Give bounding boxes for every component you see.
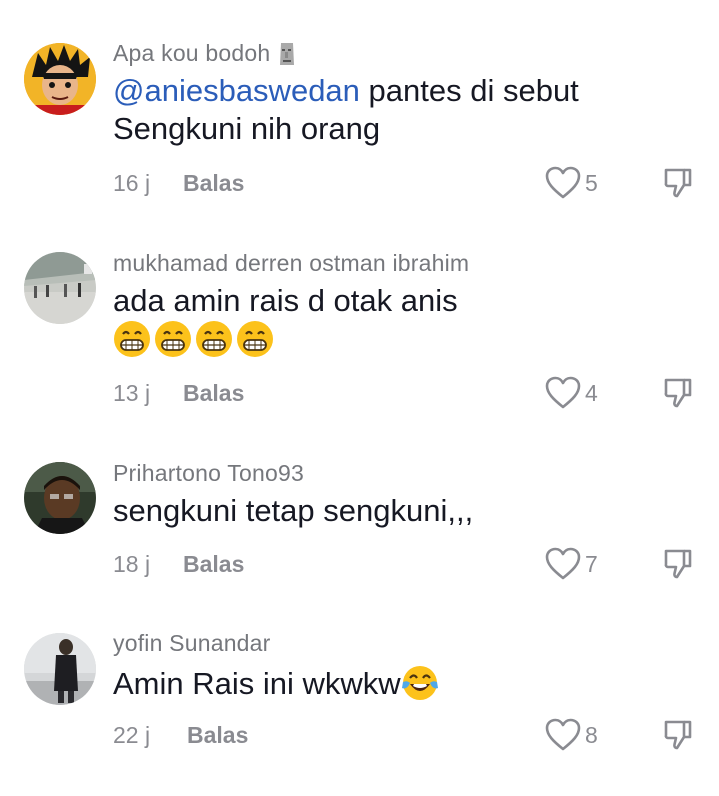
timestamp: 22 j bbox=[113, 722, 151, 748]
grinning-face-icon bbox=[236, 320, 274, 363]
thumbs-down-icon bbox=[664, 378, 692, 408]
person-photo-avatar bbox=[24, 633, 96, 705]
heart-icon bbox=[545, 547, 581, 580]
thumbs-down-icon bbox=[664, 549, 692, 579]
username[interactable]: yofin Sunandar bbox=[113, 630, 271, 657]
heart-icon bbox=[545, 718, 581, 751]
username[interactable]: mukhamad derren ostman ibrahim bbox=[113, 250, 469, 277]
grinning-face-icon bbox=[113, 320, 151, 363]
heart-icon bbox=[545, 376, 581, 409]
man-photo-avatar bbox=[24, 462, 96, 534]
station-photo-avatar bbox=[24, 252, 96, 324]
dislike-button[interactable] bbox=[662, 166, 694, 200]
like-button[interactable] bbox=[543, 165, 583, 201]
avatar[interactable] bbox=[24, 252, 96, 324]
heart-icon bbox=[545, 166, 581, 199]
dislike-button[interactable] bbox=[662, 718, 694, 752]
like-count: 7 bbox=[585, 551, 598, 577]
reply-button[interactable]: Balas bbox=[187, 722, 248, 749]
timestamp: 18 j bbox=[113, 551, 151, 577]
timestamp: 16 j bbox=[113, 170, 151, 196]
dislike-button[interactable] bbox=[662, 376, 694, 410]
like-button[interactable] bbox=[543, 717, 583, 753]
avatar[interactable] bbox=[24, 43, 96, 115]
avatar[interactable] bbox=[24, 633, 96, 705]
like-count: 5 bbox=[585, 170, 598, 196]
like-count: 8 bbox=[585, 722, 598, 748]
comment-text: sengkuni tetap sengkuni,,, bbox=[113, 493, 474, 528]
dislike-button[interactable] bbox=[662, 547, 694, 581]
anime-character-avatar bbox=[24, 43, 96, 115]
emoji-row bbox=[113, 320, 277, 363]
like-button[interactable] bbox=[543, 375, 583, 411]
grinning-face-icon bbox=[154, 320, 192, 363]
mention-link[interactable]: @aniesbaswedan bbox=[113, 73, 360, 108]
thumbs-down-icon bbox=[664, 720, 692, 750]
thumbs-down-icon bbox=[664, 168, 692, 198]
comment-text: ada amin rais d otak anis bbox=[113, 283, 458, 318]
reply-button[interactable]: Balas bbox=[183, 551, 244, 578]
avatar[interactable] bbox=[24, 462, 96, 534]
reply-button[interactable]: Balas bbox=[183, 170, 244, 197]
comment-text: @aniesbaswedan pantes di sebut Sengkuni … bbox=[113, 73, 579, 146]
comment-text: Amin Rais ini wkwkw bbox=[113, 664, 673, 703]
timestamp: 13 j bbox=[113, 380, 151, 406]
tears-of-joy-icon bbox=[401, 666, 438, 700]
grinning-face-icon bbox=[195, 320, 233, 363]
username[interactable]: Prihartono Tono93 bbox=[113, 460, 304, 487]
moai-icon bbox=[279, 43, 294, 65]
username[interactable]: Apa kou bodoh bbox=[113, 40, 297, 67]
like-count: 4 bbox=[585, 380, 598, 406]
reply-button[interactable]: Balas bbox=[183, 380, 244, 407]
like-button[interactable] bbox=[543, 546, 583, 582]
